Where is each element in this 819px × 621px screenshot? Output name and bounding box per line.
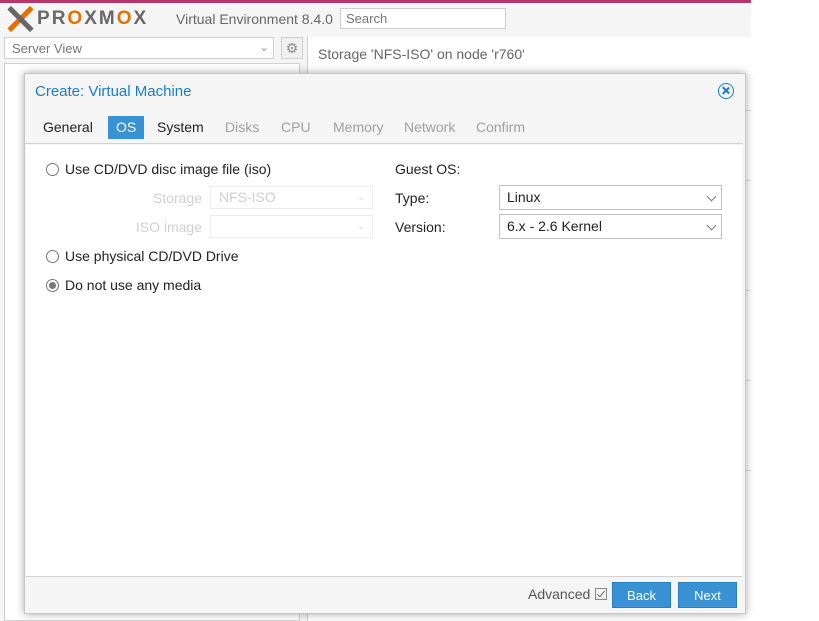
tab-general[interactable]: General bbox=[35, 116, 101, 139]
os-type-select[interactable]: Linux bbox=[499, 185, 722, 210]
tab-network: Network bbox=[404, 119, 456, 135]
dialog-title: Create: Virtual Machine bbox=[35, 83, 192, 100]
os-version-value: 6.x - 2.6 Kernel bbox=[507, 218, 602, 234]
create-vm-dialog: Create: Virtual Machine General OS Syste… bbox=[24, 73, 746, 614]
physical-drive-radio[interactable] bbox=[46, 249, 59, 263]
chevron-down-icon bbox=[706, 220, 717, 231]
proxmox-logo[interactable]: PROXMOX bbox=[7, 6, 148, 32]
server-view-select[interactable]: Server View ⌄ bbox=[4, 37, 274, 59]
proxmox-x-icon bbox=[7, 6, 33, 32]
storage-label: Storage bbox=[152, 190, 202, 206]
tab-disks: Disks bbox=[225, 119, 260, 135]
chevron-down-icon bbox=[706, 191, 717, 202]
type-label: Type: bbox=[395, 190, 430, 206]
no-media-radio[interactable] bbox=[46, 278, 59, 292]
tab-divider bbox=[25, 143, 743, 144]
storage-select: NFS-ISO ⌄ bbox=[210, 186, 373, 209]
logo-text: PROXMOX bbox=[37, 8, 149, 29]
iso-media-option[interactable]: Use CD/DVD disc image file (iso) bbox=[46, 161, 271, 177]
iso-image-label: ISO image bbox=[135, 219, 202, 235]
storage-value: NFS-ISO bbox=[219, 189, 276, 205]
advanced-checkbox[interactable] bbox=[595, 588, 608, 600]
brand-stripe bbox=[0, 0, 751, 3]
gear-icon[interactable]: ⚙ bbox=[281, 37, 303, 59]
close-icon[interactable] bbox=[718, 83, 734, 99]
search-input[interactable] bbox=[340, 8, 506, 29]
iso-radio[interactable] bbox=[46, 162, 59, 176]
iso-option-label: Use CD/DVD disc image file (iso) bbox=[65, 161, 272, 177]
no-media-option[interactable]: Do not use any media bbox=[46, 277, 201, 293]
physical-drive-option[interactable]: Use physical CD/DVD Drive bbox=[46, 248, 238, 264]
os-type-value: Linux bbox=[507, 189, 541, 205]
tab-system[interactable]: System bbox=[149, 116, 212, 139]
tab-cpu: CPU bbox=[281, 119, 311, 135]
tab-confirm: Confirm bbox=[476, 119, 526, 135]
version-label: Version: bbox=[395, 219, 446, 235]
chevron-down-icon: ⌄ bbox=[356, 220, 366, 232]
wizard-tabs: General OS System Disks CPU Memory Netwo… bbox=[25, 112, 745, 144]
os-panel: Use CD/DVD disc image file (iso) Storage… bbox=[26, 145, 742, 577]
next-button[interactable]: Next bbox=[678, 582, 737, 608]
chevron-down-icon: ⌄ bbox=[356, 191, 366, 203]
physical-option-label: Use physical CD/DVD Drive bbox=[65, 248, 239, 264]
back-button[interactable]: Back bbox=[612, 582, 671, 608]
dialog-footer: Advanced Back Next bbox=[25, 577, 745, 613]
advanced-label: Advanced bbox=[528, 586, 591, 602]
iso-image-select: ⌄ bbox=[210, 215, 373, 238]
server-view-value: Server View bbox=[12, 41, 82, 56]
content-title: Storage 'NFS-ISO' on node 'r760' bbox=[318, 46, 525, 62]
guest-os-heading: Guest OS: bbox=[395, 161, 461, 177]
product-version: Virtual Environment 8.4.0 bbox=[176, 11, 333, 27]
os-version-select[interactable]: 6.x - 2.6 Kernel bbox=[499, 214, 722, 239]
advanced-toggle[interactable]: Advanced bbox=[528, 586, 608, 602]
tab-os[interactable]: OS bbox=[108, 116, 145, 139]
chevron-down-icon: ⌄ bbox=[258, 40, 269, 54]
top-bar: PROXMOX Virtual Environment 8.4.0 bbox=[0, 0, 751, 37]
none-option-label: Do not use any media bbox=[65, 277, 202, 293]
tab-memory: Memory bbox=[333, 119, 384, 135]
